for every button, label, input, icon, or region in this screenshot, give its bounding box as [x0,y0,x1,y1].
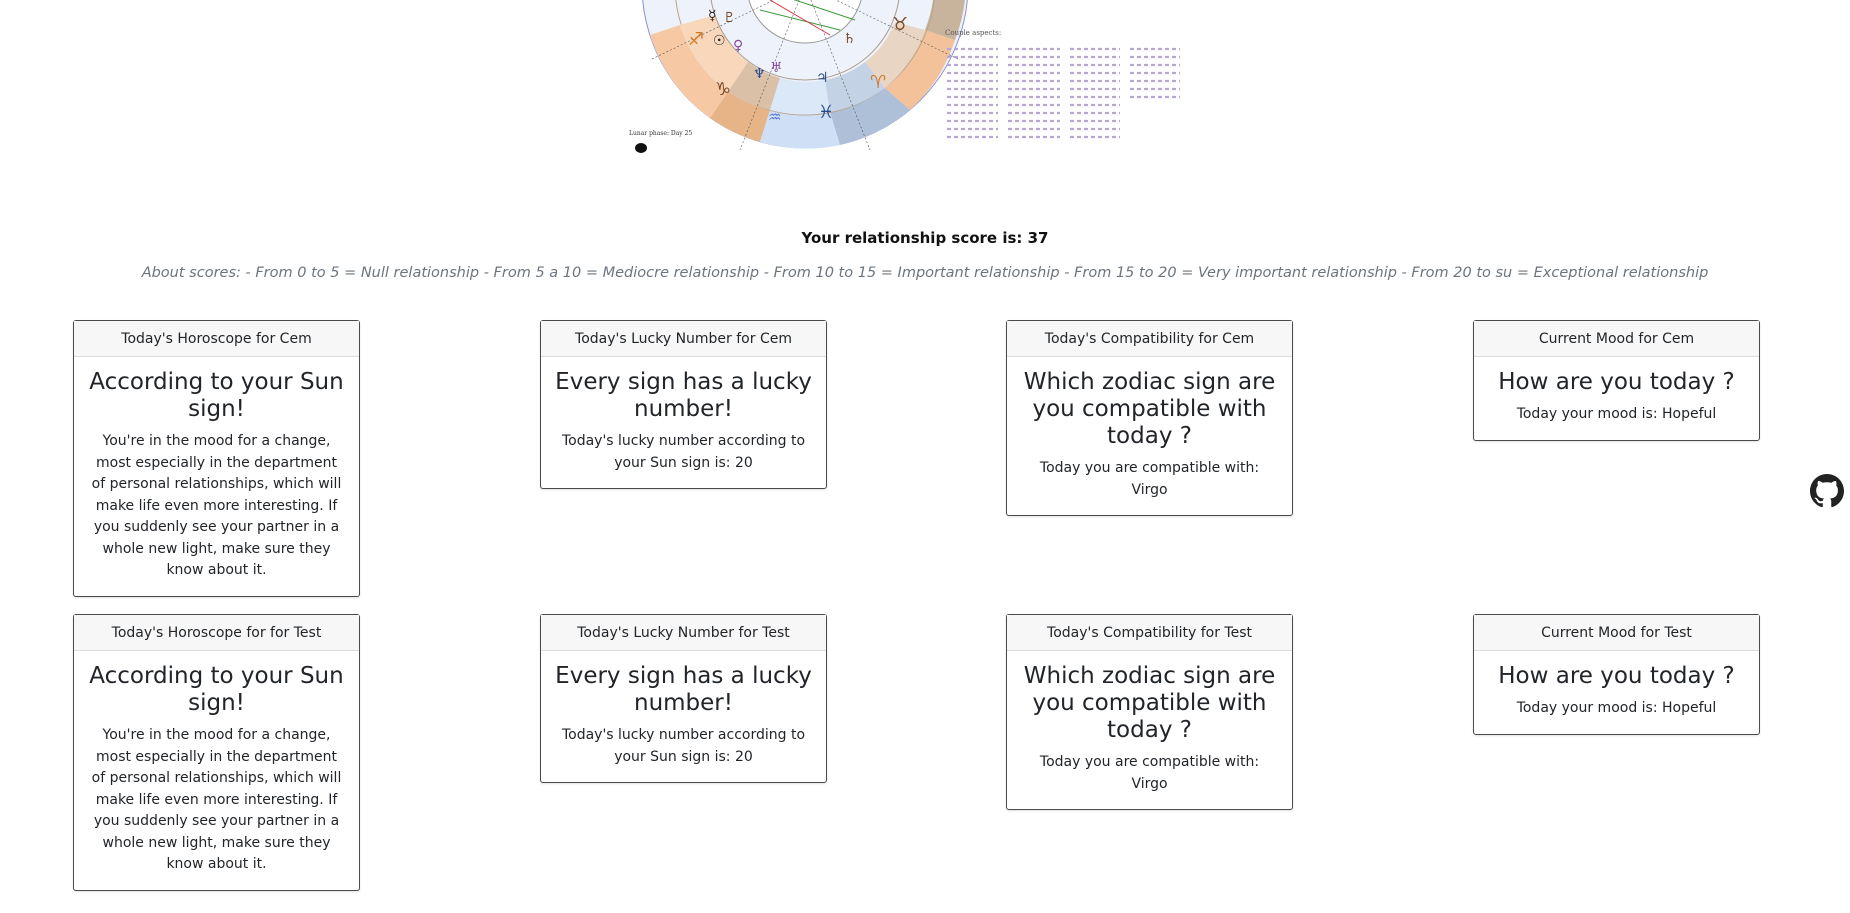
card-title: How are you today ? [1498,663,1735,689]
svg-text:♆: ♆ [753,66,766,82]
card-text: You're in the mood for a change, most es… [91,727,342,872]
card-title: According to your Sun sign! [89,369,344,422]
svg-text:♈: ♈ [870,72,886,93]
lucky-number-card-cem: Today's Lucky Number for Cem Every sign … [540,320,827,489]
card-text: Today's lucky number according to your S… [561,433,806,471]
card-header: Today's Lucky Number for Test [541,615,826,651]
card-title: Which zodiac sign are you compatible wit… [1023,663,1276,743]
card-text: Today your mood is: Hopeful [1516,406,1717,422]
card-title: Which zodiac sign are you compatible wit… [1023,369,1276,449]
natal-chart-wheel: ♐ ♑ ♒ ♓ ♈ ♉ ☿ ♇ ☉ ♀ ♆ ♅ ♃ ♄ Lunar phase:… [629,0,1180,153]
svg-text:♒: ♒ [768,108,781,126]
svg-text:♄: ♄ [843,31,856,47]
svg-text:♃: ♃ [816,70,829,86]
github-icon [1810,474,1844,508]
card-text: Today you are compatible with: Virgo [1039,754,1260,792]
svg-text:☿: ☿ [708,8,717,24]
svg-text:♀: ♀ [733,38,743,54]
card-header: Today's Horoscope for Cem [74,321,359,357]
relationship-score: Your relationship score is: 37 [801,229,1049,247]
svg-text:♇: ♇ [723,10,736,26]
card-header: Today's Horoscope for for Test [74,615,359,651]
card-header: Today's Compatibility for Cem [1007,321,1292,357]
moon-phase-icon [635,143,647,153]
card-header: Current Mood for Cem [1474,321,1759,357]
svg-text:♓: ♓ [818,102,834,123]
card-header: Today's Compatibility for Test [1007,615,1292,651]
mood-card-cem: Current Mood for Cem How are you today ?… [1473,320,1760,441]
card-title: According to your Sun sign! [89,663,344,716]
card-text: Today your mood is: Hopeful [1516,700,1717,716]
card-text: Today's lucky number according to your S… [561,727,806,765]
svg-text:♑: ♑ [715,79,731,100]
card-header: Today's Lucky Number for Cem [541,321,826,357]
svg-text:♉: ♉ [892,14,908,35]
card-title: Every sign has a lucky number! [555,369,812,422]
card-text: Today you are compatible with: Virgo [1039,460,1260,498]
card-title: Every sign has a lucky number! [555,663,812,716]
svg-text:♅: ♅ [770,60,783,76]
natal-chart-image: ♐ ♑ ♒ ♓ ♈ ♉ ☿ ♇ ☉ ♀ ♆ ♅ ♃ ♄ Lunar phase:… [620,0,1200,160]
svg-text:♐: ♐ [688,29,704,50]
aspects-title: Couple aspects: [945,29,1001,37]
compatibility-card-test: Today's Compatibility for Test Which zod… [1006,614,1293,810]
compatibility-card-cem: Today's Compatibility for Cem Which zodi… [1006,320,1293,516]
card-title: How are you today ? [1498,369,1735,395]
lucky-number-card-test: Today's Lucky Number for Test Every sign… [540,614,827,783]
svg-text:☉: ☉ [713,33,726,49]
card-header: Current Mood for Test [1474,615,1759,651]
score-legend: About scores: - From 0 to 5 = Null relat… [141,265,1709,281]
card-text: You're in the mood for a change, most es… [91,433,342,578]
horoscope-card-test: Today's Horoscope for for Test According… [73,614,360,891]
github-link[interactable] [1810,474,1844,508]
horoscope-card-cem: Today's Horoscope for Cem According to y… [73,320,360,597]
lunar-phase-label: Lunar phase: Day 25 [629,130,692,137]
mood-card-test: Current Mood for Test How are you today … [1473,614,1760,735]
